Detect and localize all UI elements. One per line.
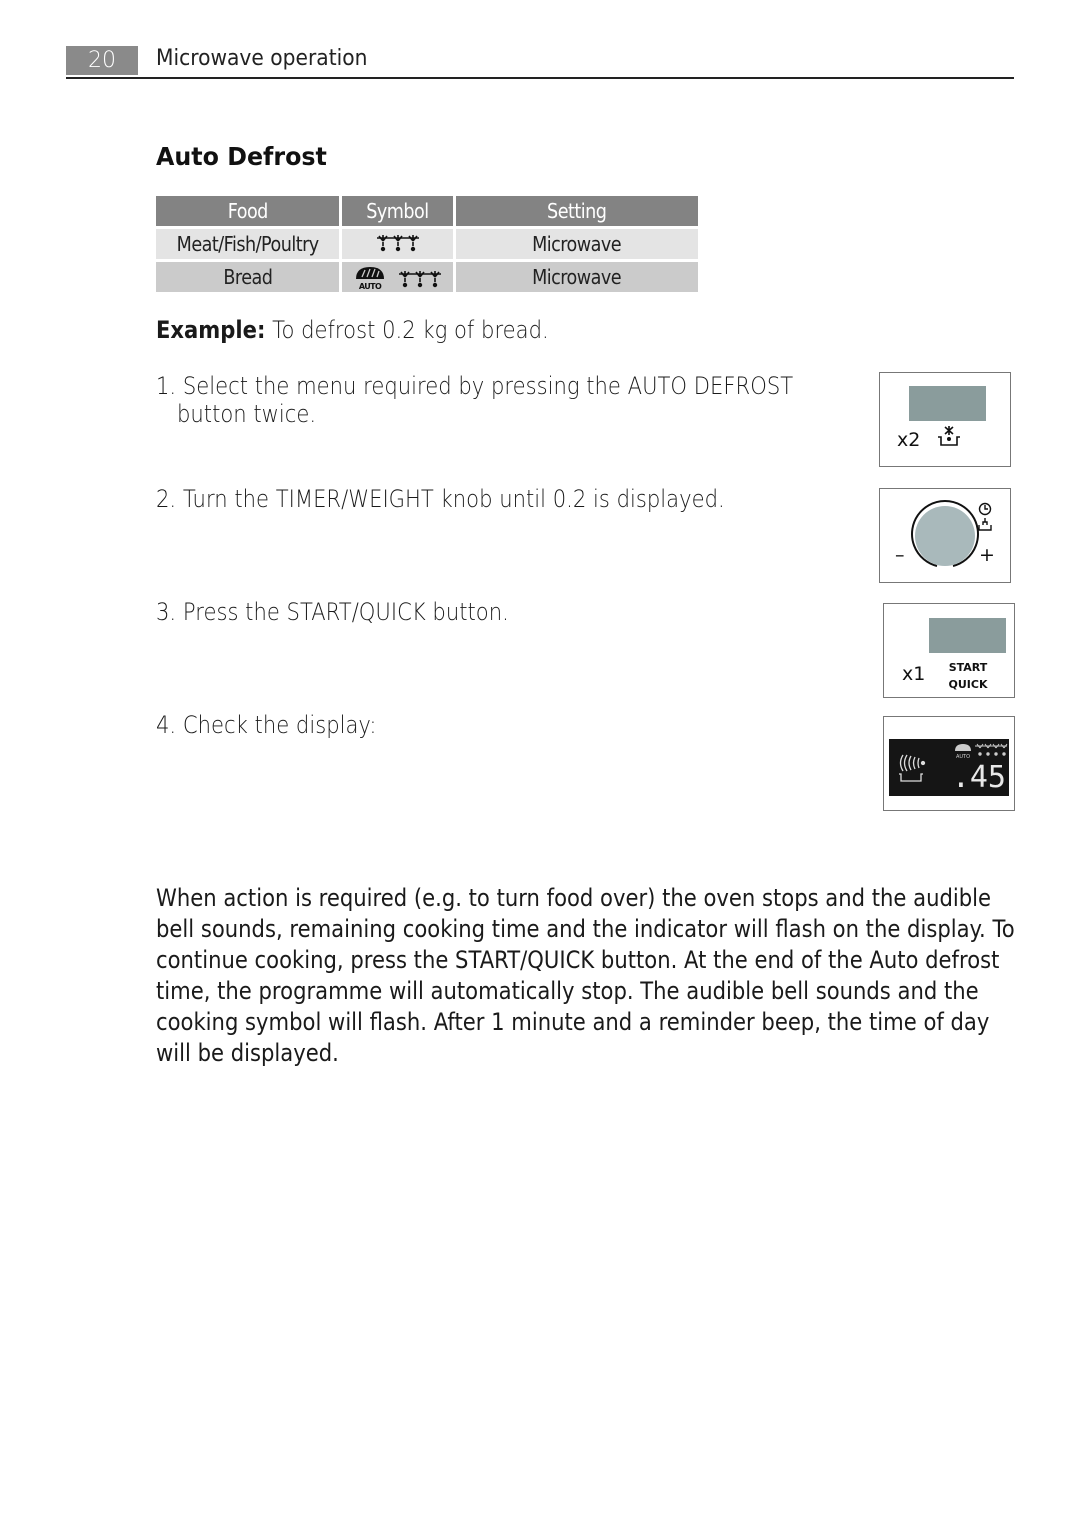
table-row: Meat/Fish/Poultry Microwave [156,229,698,259]
press-count: x1 [902,663,926,685]
paragraph-line: will be displayed. [156,1039,339,1067]
auto-defrost-table: Food Symbol Setting Meat/Fish/Poultry Mi… [156,196,698,295]
header-rule [66,77,1014,79]
setting-cell: Microwave [456,262,698,292]
press-count: x2 [897,429,921,451]
column-header-symbol: Symbol [342,196,453,226]
svg-text:AUTO: AUTO [358,282,381,290]
display-graphic: AUTO .45 [899,743,1008,795]
setting-cell: Microwave [456,229,698,259]
bread-auto-icon: AUTO [955,744,971,760]
start-quick-label: START QUICK [948,661,988,691]
chapter-title: Microwave operation [156,46,368,71]
display-illustration: AUTO .45 [883,716,1015,811]
start-quick-button-illustration: x1 START QUICK [883,603,1015,698]
section-title: Auto Defrost [156,142,327,171]
step-1: 1. Select the menu required by pressing … [156,372,794,400]
paragraph-line: bell sounds, remaining cooking time and … [156,915,1015,943]
defrost-icon [975,743,1008,756]
knob-graphic [911,499,992,567]
plus-sign: + [979,544,995,566]
microwave-waves-icon [899,754,926,782]
display-readout: .45 [952,760,1006,795]
defrost-icon [398,271,441,288]
column-header-setting: Setting [456,196,698,226]
food-cell: Meat/Fish/Poultry [156,229,339,259]
step-2: 2. Turn the TIMER/WEIGHT knob until 0.2 … [156,485,725,513]
example-description: To defrost 0.2 kg of bread. [265,316,549,344]
table-header-row: Food Symbol Setting [156,196,698,226]
defrost-icon [376,235,419,252]
paragraph-line: cooking symbol will flash. After 1 minut… [156,1008,990,1036]
bread-auto-icon: AUTO [355,267,384,290]
symbol-cell [342,229,453,259]
example-text: Example: To defrost 0.2 kg of bread. [156,316,549,344]
auto-defrost-button-illustration: x2 [879,372,1011,467]
step-1-continued: button twice. [177,400,317,428]
symbol-cell: AUTO [342,262,453,292]
defrost-dish-icon [938,426,960,446]
info-paragraph: When action is required (e.g. to turn fo… [156,883,1018,1069]
column-header-food: Food [156,196,339,226]
timer-weight-knob-illustration: – + [879,488,1011,583]
paragraph-line: time, the programme will automatically s… [156,977,979,1005]
table-row: Bread AUTO Microwave [156,262,698,292]
example-label: Example: [156,316,266,344]
minus-sign: – [895,544,905,566]
oven-display: AUTO .45 [889,739,1009,796]
step-4: 4. Check the display: [156,711,377,739]
paragraph-line: continue cooking, press the START/QUICK … [156,946,1000,974]
paragraph-line: When action is required (e.g. to turn fo… [156,884,992,912]
button-panel [909,386,986,421]
button-panel [929,618,1006,653]
page-number: 20 [66,46,138,75]
food-cell: Bread [156,262,339,292]
step-3: 3. Press the START/QUICK button. [156,598,509,626]
